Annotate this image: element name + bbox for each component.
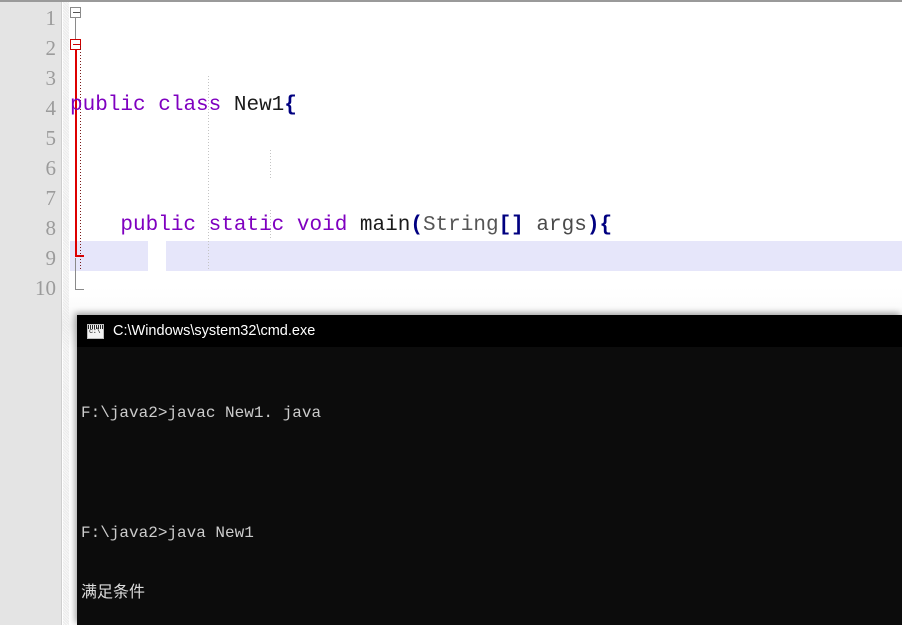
keyword-class: class: [158, 94, 222, 117]
line-number: 10: [35, 276, 56, 300]
line-number: 2: [45, 36, 57, 60]
param-args: args: [536, 214, 587, 237]
console-line: F:\java2>javac New1. java: [81, 404, 322, 422]
line-number: 6: [45, 156, 57, 180]
line-number-list: 1 2 3 4 5 6 7 8 9 10: [0, 2, 56, 303]
array-brackets: []: [498, 214, 524, 237]
class-name: New1: [233, 94, 285, 117]
command-prompt-window[interactable]: C:\Windows\system32\cmd.exe F:\java2>jav…: [77, 315, 902, 625]
line-number: 7: [45, 186, 57, 210]
console-output[interactable]: F:\java2>javac New1. java F:\java2>java …: [77, 347, 902, 625]
keyword-void: void: [296, 214, 348, 237]
code-line-1[interactable]: public class New1{: [70, 91, 902, 121]
open-brace: {: [284, 94, 297, 117]
console-program-output: 满足条件: [81, 584, 146, 602]
console-titlebar[interactable]: C:\Windows\system32\cmd.exe: [77, 315, 902, 347]
cmd-icon: [87, 323, 104, 339]
line-number: 5: [45, 126, 57, 150]
code-text-area[interactable]: public class New1{ public static void ma…: [70, 0, 902, 597]
line-number-gutter[interactable]: 1 2 3 4 5 6 7 8 9 10: [0, 2, 62, 625]
line-number: 1: [45, 6, 57, 30]
keyword-public: public: [120, 214, 197, 237]
keyword-public: public: [70, 94, 146, 117]
line-number: 3: [45, 66, 57, 90]
open-paren: (: [410, 214, 423, 237]
console-window-title: C:\Windows\system32\cmd.exe: [113, 323, 316, 339]
open-brace: {: [599, 214, 613, 237]
code-line-2[interactable]: public static void main(String[] args){: [70, 211, 902, 241]
line-number: 4: [45, 96, 57, 120]
line-number: 9: [45, 246, 57, 270]
line-number: 8: [45, 216, 57, 240]
close-paren: ): [586, 214, 600, 237]
console-line: F:\java2>java New1: [81, 524, 254, 542]
type-string: String: [422, 214, 499, 237]
screen: 1 2 3 4 5 6 7 8 9 10 public class New1{…: [0, 0, 902, 625]
method-name-main: main: [359, 214, 411, 237]
keyword-static: static: [208, 214, 285, 237]
